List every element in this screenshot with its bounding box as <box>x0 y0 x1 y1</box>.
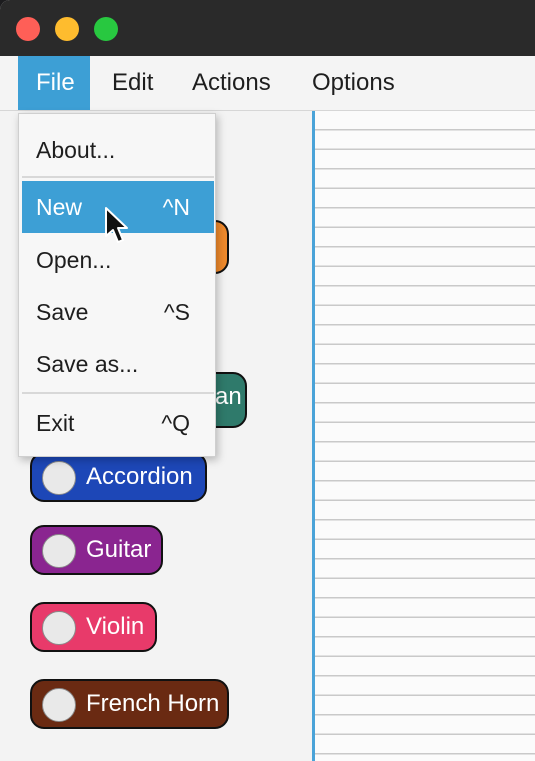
close-window-button[interactable] <box>16 17 40 41</box>
menu-separator <box>22 392 214 394</box>
instrument-label: French Horn <box>86 690 220 717</box>
staff-grid[interactable] <box>312 111 535 761</box>
menu-item-label: Save as... <box>36 351 139 377</box>
toggle-knob-icon <box>42 611 76 645</box>
menu-item-save[interactable]: Save ^S <box>22 286 214 338</box>
zoom-window-button[interactable] <box>94 17 118 41</box>
file-menu-dropdown: About... New ^N Open... Save ^S Save as.… <box>18 113 216 457</box>
menu-item-shortcut: ^S <box>163 299 190 325</box>
instrument-button-french-horn[interactable]: French Horn <box>30 679 229 729</box>
menu-edit[interactable]: Edit <box>94 56 171 110</box>
menu-item-label: About... <box>36 137 116 163</box>
mouse-pointer-icon <box>105 207 128 243</box>
menu-item-exit[interactable]: Exit ^Q <box>22 397 214 449</box>
menu-item-label: Exit <box>36 410 75 436</box>
menu-item-label: New <box>36 194 83 220</box>
menu-item-about[interactable]: About... <box>22 124 214 176</box>
instrument-button-accordion[interactable]: Accordion <box>30 452 207 502</box>
toggle-knob-icon <box>42 688 76 722</box>
instrument-label: Guitar <box>86 536 152 563</box>
instrument-label-teal: an <box>215 383 242 410</box>
toggle-knob-icon <box>42 461 76 495</box>
app-window: File Edit Actions Options an Accordion G… <box>0 0 535 761</box>
menu-actions[interactable]: Actions <box>174 56 289 110</box>
menu-item-label: Open... <box>36 247 112 273</box>
minimize-window-button[interactable] <box>55 17 79 41</box>
title-bar <box>0 0 535 56</box>
menu-item-label: Save <box>36 299 89 325</box>
instrument-label: Violin <box>86 613 145 640</box>
instrument-label: Accordion <box>86 463 193 490</box>
menu-item-shortcut: ^Q <box>161 410 190 436</box>
menu-item-save-as[interactable]: Save as... <box>22 338 214 390</box>
menu-item-shortcut: ^N <box>162 194 190 220</box>
menu-separator <box>22 176 214 178</box>
toggle-knob-icon <box>42 534 76 568</box>
menu-file[interactable]: File <box>18 56 90 110</box>
instrument-button-violin[interactable]: Violin <box>30 602 157 652</box>
menu-bar: File Edit Actions Options <box>0 56 535 111</box>
instrument-button-guitar[interactable]: Guitar <box>30 525 163 575</box>
menu-options[interactable]: Options <box>294 56 413 110</box>
